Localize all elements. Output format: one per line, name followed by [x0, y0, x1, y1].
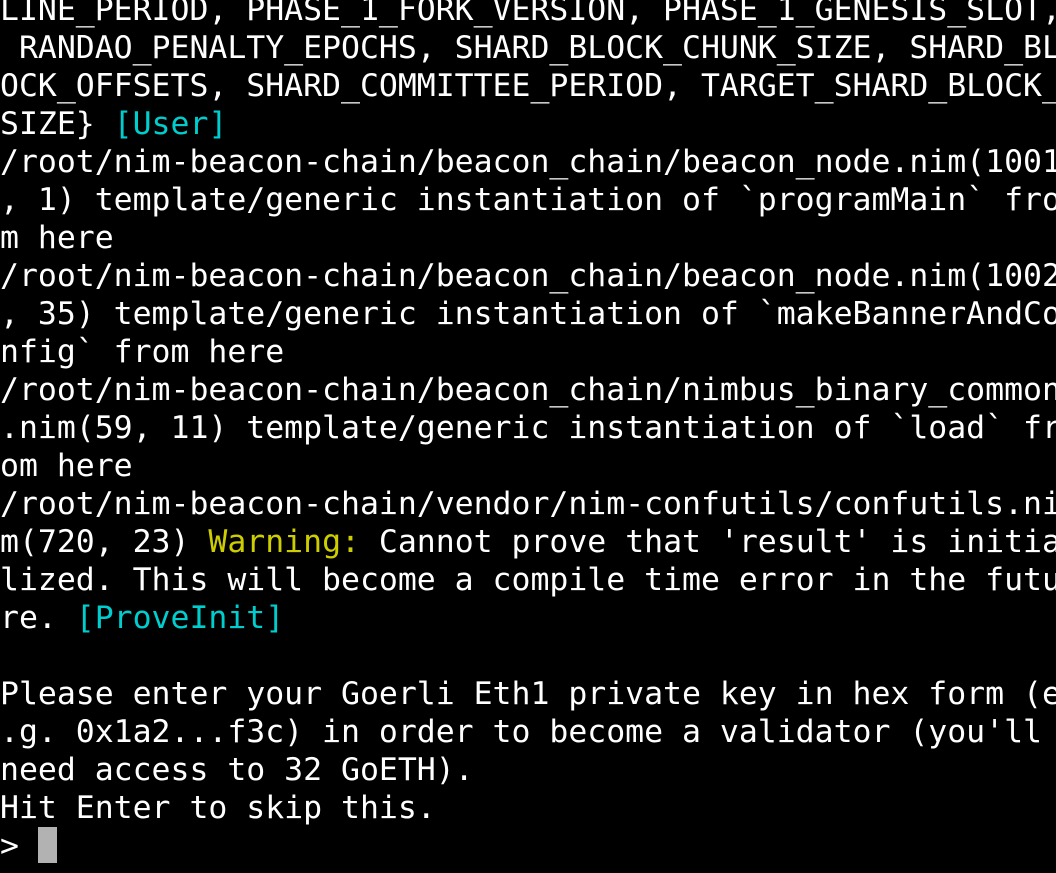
terminal-output: LINE_PERIOD, PHASE_1_FORK_VERSION, PHASE…: [0, 0, 1056, 865]
terminal-text-segment: /root/nim-beacon-chain/vendor/nim-confut…: [0, 486, 1056, 522]
terminal-window[interactable]: LINE_PERIOD, PHASE_1_FORK_VERSION, PHASE…: [0, 0, 1056, 873]
terminal-text-segment: SIZE}: [0, 106, 114, 142]
terminal-line: OCK_OFFSETS, SHARD_COMMITTEE_PERIOD, TAR…: [0, 67, 1056, 105]
terminal-text-segment: RANDAO_PENALTY_EPOCHS, SHARD_BLOCK_CHUNK…: [0, 30, 1056, 66]
terminal-line: , 35) template/generic instantiation of …: [0, 295, 1056, 333]
terminal-text-segment: Hit Enter to skip this.: [0, 790, 436, 826]
terminal-line: nfig` from here: [0, 333, 1056, 371]
terminal-text-segment: .g. 0x1a2...f3c) in order to become a va…: [0, 714, 1056, 750]
terminal-line: .g. 0x1a2...f3c) in order to become a va…: [0, 713, 1056, 751]
terminal-text-segment: /root/nim-beacon-chain/beacon_chain/nimb…: [0, 372, 1056, 408]
terminal-text-segment: Please enter your Goerli Eth1 private ke…: [0, 676, 1056, 712]
terminal-text-segment: re.: [0, 600, 76, 636]
terminal-text-segment: .nim(59, 11) template/generic instantiat…: [0, 410, 1056, 446]
terminal-line: /root/nim-beacon-chain/vendor/nim-confut…: [0, 485, 1056, 523]
terminal-prompt-line[interactable]: >: [0, 827, 1056, 865]
terminal-line: re. [ProveInit]: [0, 599, 1056, 637]
text-cursor[interactable]: [37, 827, 57, 863]
terminal-text-segment: m(720, 23): [0, 524, 209, 560]
terminal-text-segment: need access to 32 GoETH).: [0, 752, 474, 788]
terminal-text-segment: LINE_PERIOD, PHASE_1_FORK_VERSION, PHASE…: [0, 0, 1056, 28]
terminal-text-segment: OCK_OFFSETS, SHARD_COMMITTEE_PERIOD, TAR…: [0, 68, 1056, 104]
terminal-text-segment: nfig` from here: [0, 334, 285, 370]
terminal-line: .nim(59, 11) template/generic instantiat…: [0, 409, 1056, 447]
terminal-text-segment: , 1) template/generic instantiation of `…: [0, 182, 1056, 218]
terminal-line: need access to 32 GoETH).: [0, 751, 1056, 789]
terminal-text-segment: Warning:: [208, 524, 360, 560]
terminal-text-segment: , 35) template/generic instantiation of …: [0, 296, 1056, 332]
terminal-text-segment: /root/nim-beacon-chain/beacon_chain/beac…: [0, 144, 1056, 180]
terminal-line: m(720, 23) Warning: Cannot prove that 'r…: [0, 523, 1056, 561]
terminal-text-segment: [ProveInit]: [75, 600, 285, 636]
terminal-line: lized. This will become a compile time e…: [0, 561, 1056, 599]
terminal-text-segment: [User]: [113, 106, 228, 142]
terminal-line: /root/nim-beacon-chain/beacon_chain/nimb…: [0, 371, 1056, 409]
terminal-line: /root/nim-beacon-chain/beacon_chain/beac…: [0, 143, 1056, 181]
terminal-text-segment: m here: [0, 220, 114, 256]
terminal-text-segment: Cannot prove that 'result' is initia: [359, 524, 1056, 560]
terminal-text-segment: >: [0, 828, 38, 864]
terminal-line: LINE_PERIOD, PHASE_1_FORK_VERSION, PHASE…: [0, 0, 1056, 29]
terminal-line: /root/nim-beacon-chain/beacon_chain/beac…: [0, 257, 1056, 295]
terminal-line: , 1) template/generic instantiation of `…: [0, 181, 1056, 219]
terminal-line: RANDAO_PENALTY_EPOCHS, SHARD_BLOCK_CHUNK…: [0, 29, 1056, 67]
terminal-line: Hit Enter to skip this.: [0, 789, 1056, 827]
terminal-text-segment: /root/nim-beacon-chain/beacon_chain/beac…: [0, 258, 1056, 294]
terminal-line: m here: [0, 219, 1056, 257]
terminal-text-segment: lized. This will become a compile time e…: [0, 562, 1056, 598]
terminal-line: SIZE} [User]: [0, 105, 1056, 143]
terminal-text-segment: om here: [0, 448, 133, 484]
terminal-line: Please enter your Goerli Eth1 private ke…: [0, 675, 1056, 713]
terminal-line: om here: [0, 447, 1056, 485]
